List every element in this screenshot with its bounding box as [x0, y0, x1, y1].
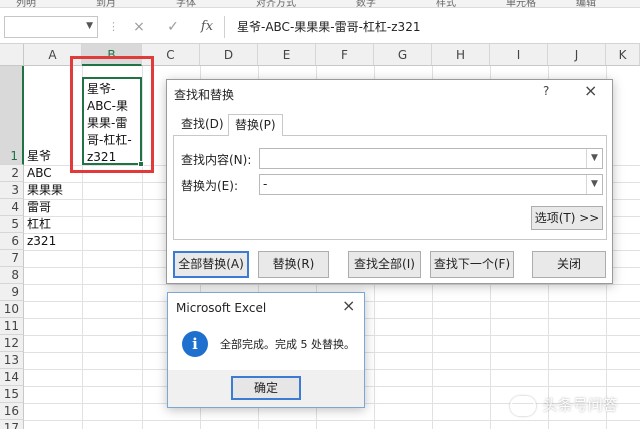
- find-all-button[interactable]: 查找全部(I): [348, 251, 421, 278]
- cell-a3[interactable]: 果果果: [27, 182, 63, 199]
- replace-all-button[interactable]: 全部替换(A): [173, 251, 249, 278]
- replace-button[interactable]: 替换(R): [258, 251, 329, 278]
- ribbon-group-label: 字体: [176, 0, 196, 8]
- ribbon-group-label: 列明: [16, 0, 36, 8]
- ribbon-group-label: 对齐方式: [256, 0, 296, 8]
- dialog-title: 查找和替换: [174, 88, 235, 102]
- message-footer: 确定: [168, 370, 364, 407]
- message-box: Microsoft Excel × i 全部完成。完成 5 处替换。 确定: [167, 292, 365, 408]
- row-header-17[interactable]: 17: [0, 420, 24, 429]
- cell-a2[interactable]: ABC: [27, 165, 52, 182]
- ok-button[interactable]: 确定: [231, 376, 301, 400]
- find-what-input[interactable]: ▼: [259, 148, 603, 169]
- ribbon-group-label: 编辑: [576, 0, 596, 8]
- row-header-13[interactable]: 13: [0, 352, 24, 369]
- column-header-e[interactable]: E: [258, 44, 316, 66]
- close-icon[interactable]: ×: [342, 296, 355, 315]
- tab-replace[interactable]: 替换(P): [228, 114, 283, 136]
- cell-a6[interactable]: z321: [27, 233, 56, 250]
- ribbon-group-label: 样式: [436, 0, 456, 8]
- row-header-11[interactable]: 11: [0, 318, 24, 335]
- column-header-k[interactable]: K: [606, 44, 640, 66]
- highlight-box: [70, 56, 154, 173]
- replace-with-value: -: [263, 177, 268, 191]
- row-header-10[interactable]: 10: [0, 301, 24, 318]
- find-next-button[interactable]: 查找下一个(F): [430, 251, 514, 278]
- column-header-i[interactable]: I: [490, 44, 548, 66]
- replace-tab-panel: 查找内容(N): ▼ 替换为(E): - ▼ 选项(T) >>: [173, 135, 607, 240]
- row-header-3[interactable]: 3: [0, 182, 24, 199]
- insert-function-icon[interactable]: fx: [195, 16, 219, 38]
- row-header-7[interactable]: 7: [0, 250, 24, 267]
- row-header-8[interactable]: 8: [0, 267, 24, 284]
- row-header-16[interactable]: 16: [0, 403, 24, 420]
- replace-with-input[interactable]: - ▼: [259, 174, 603, 195]
- close-button[interactable]: 关闭: [532, 251, 606, 278]
- row-header-4[interactable]: 4: [0, 199, 24, 216]
- message-body: i 全部完成。完成 5 处替换。: [168, 323, 364, 370]
- row-header-1[interactable]: 1: [0, 66, 24, 165]
- column-header-d[interactable]: D: [200, 44, 258, 66]
- message-box-title: Microsoft Excel: [176, 301, 267, 315]
- row-header-14[interactable]: 14: [0, 369, 24, 386]
- chevron-down-icon[interactable]: ▼: [586, 175, 602, 194]
- column-header-h[interactable]: H: [432, 44, 490, 66]
- chevron-down-icon[interactable]: ▼: [86, 21, 93, 31]
- replace-with-label: 替换为(E):: [181, 179, 238, 193]
- cell-a4[interactable]: 雷哥: [27, 199, 51, 216]
- name-box[interactable]: ▼: [4, 16, 98, 38]
- ribbon-group-label: 单元格: [506, 0, 536, 8]
- formula-bar-grip-icon: ⋮: [108, 20, 119, 33]
- row-header-9[interactable]: 9: [0, 284, 24, 301]
- row-header-2[interactable]: 2: [0, 165, 24, 182]
- help-icon[interactable]: ?: [543, 84, 549, 98]
- row-header-6[interactable]: 6: [0, 233, 24, 250]
- formula-bar: ▼ ⋮ × ✓ fx 星爷-ABC-果果果-雷哥-杠杠-z321: [0, 8, 640, 44]
- ribbon-group-label: 数字: [356, 0, 376, 8]
- chevron-down-icon[interactable]: ▼: [586, 149, 602, 168]
- watermark-text: 头条号问答: [542, 396, 618, 414]
- row-header-15[interactable]: 15: [0, 386, 24, 403]
- watermark: 头条号问答: [510, 394, 618, 420]
- cell-a5[interactable]: 杠杠: [27, 216, 51, 233]
- select-all-corner[interactable]: [0, 44, 24, 66]
- watermark-logo-icon: [510, 395, 536, 416]
- cell-a1[interactable]: 星爷: [27, 148, 51, 165]
- enter-icon[interactable]: ✓: [161, 16, 185, 38]
- options-button[interactable]: 选项(T) >>: [531, 206, 603, 230]
- cancel-icon[interactable]: ×: [127, 16, 151, 38]
- row-header-5[interactable]: 5: [0, 216, 24, 233]
- ribbon-group-label: 到月: [96, 0, 116, 8]
- ribbon-strip: 列明 到月 字体 对齐方式 数字 样式 单元格 编辑: [0, 0, 640, 8]
- column-header-j[interactable]: J: [548, 44, 606, 66]
- info-icon: i: [182, 331, 208, 357]
- find-replace-dialog: 查找和替换 ? × 查找(D) 替换(P) 查找内容(N): ▼ 替换为(E):…: [166, 79, 613, 284]
- formula-input[interactable]: 星爷-ABC-果果果-雷哥-杠杠-z321: [224, 16, 640, 38]
- row-header-12[interactable]: 12: [0, 335, 24, 352]
- column-header-g[interactable]: G: [374, 44, 432, 66]
- message-text: 全部完成。完成 5 处替换。: [220, 338, 355, 351]
- column-header-f[interactable]: F: [316, 44, 374, 66]
- tab-find[interactable]: 查找(D): [175, 114, 230, 136]
- close-icon[interactable]: ×: [584, 81, 597, 100]
- find-what-label: 查找内容(N):: [181, 153, 252, 167]
